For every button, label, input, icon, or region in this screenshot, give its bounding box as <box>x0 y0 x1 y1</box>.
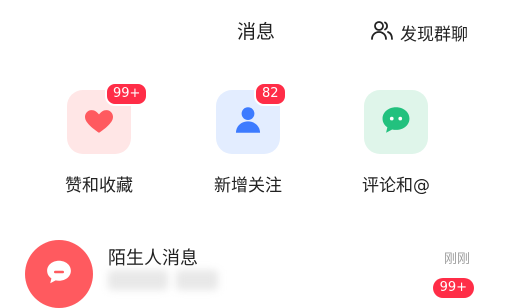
comments-label: 评论和@ <box>362 176 430 196</box>
person-icon <box>231 103 265 141</box>
category-likes-favorites[interactable]: 99+ 赞和收藏 <box>59 82 149 196</box>
likes-tile[interactable]: 99+ <box>67 82 149 154</box>
follows-label: 新增关注 <box>214 176 282 196</box>
message-title: 陌生人消息 <box>108 248 198 269</box>
message-preview-blurred <box>176 270 218 290</box>
category-comments-mentions[interactable]: 评论和@ <box>356 90 436 196</box>
likes-badge: 99+ <box>105 82 149 106</box>
likes-label: 赞和收藏 <box>65 176 133 196</box>
category-new-follows[interactable]: 82 新增关注 <box>208 82 288 196</box>
chat-bubble-icon <box>379 103 413 141</box>
discover-group-chat-button[interactable]: 发现群聊 <box>370 18 468 46</box>
follows-tile[interactable]: 82 <box>216 82 287 154</box>
chat-bubble-icon <box>44 257 74 291</box>
message-time: 刚刚 <box>443 252 470 267</box>
message-preview-blurred <box>108 270 168 290</box>
follows-badge: 82 <box>254 82 287 106</box>
heart-icon <box>82 103 116 141</box>
comments-tile[interactable] <box>364 90 428 154</box>
message-badge: 99+ <box>432 278 474 298</box>
group-people-icon <box>370 18 394 47</box>
discover-label: 发现群聊 <box>400 24 468 45</box>
